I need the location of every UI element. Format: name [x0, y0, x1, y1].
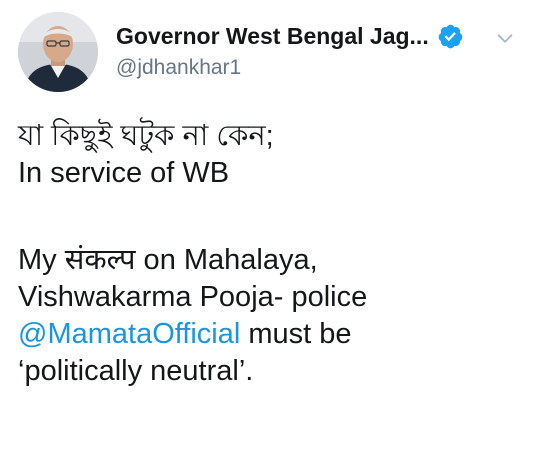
display-name[interactable]: Governor West Bengal Jag... [116, 23, 429, 50]
author-info: Governor West Bengal Jag... @jdhankhar1 [116, 22, 516, 80]
author-handle[interactable]: @jdhankhar1 [116, 56, 516, 80]
tweet-line-service: In service of WB [18, 157, 230, 189]
mention-link[interactable]: @MamataOfficial [18, 318, 240, 350]
tweet-line-pooja: Vishwakarma Pooja- police [18, 281, 368, 313]
tweet-line-sankalp: My संकल्प on Mahalaya, [18, 244, 318, 276]
verified-badge-icon [438, 24, 463, 48]
tweet-line-neutral: ‘politically neutral’. [18, 355, 254, 387]
chevron-down-icon[interactable] [494, 28, 516, 50]
tweet-text: যা কিছুই ঘটুক না কেন; In service of WB M… [18, 118, 528, 390]
avatar[interactable] [18, 12, 98, 92]
tweet-line-bengali: যা কিছুই ঘটুক না কেন; [18, 120, 274, 152]
tweet-header: Governor West Bengal Jag... @jdhankhar1 [18, 12, 518, 94]
display-name-row: Governor West Bengal Jag... [116, 22, 516, 50]
mention-trailing-text: must be [240, 318, 352, 350]
tweet-card: Governor West Bengal Jag... @jdhankhar1 … [0, 0, 534, 462]
tweet-line-mention: @MamataOfficial must be [18, 316, 528, 353]
paragraph-break [18, 192, 528, 242]
